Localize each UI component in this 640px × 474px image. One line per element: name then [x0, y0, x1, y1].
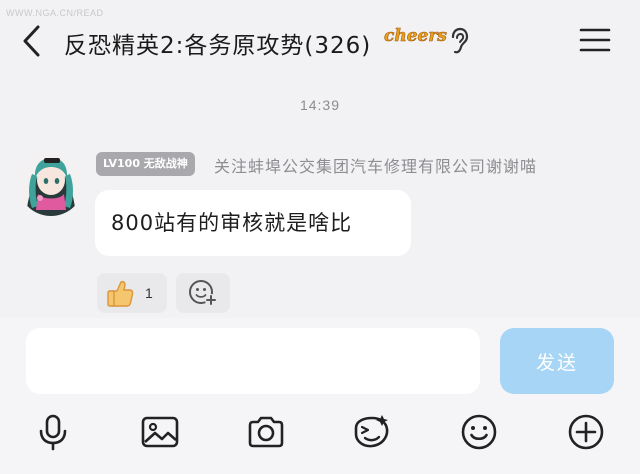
message-bubble[interactable]: 800站有的审核就是啥比	[95, 190, 411, 256]
cheers-sticker: cheers	[384, 26, 447, 47]
emoji-icon[interactable]	[459, 412, 499, 452]
send-button[interactable]: 发送	[500, 328, 614, 394]
avatar[interactable]	[18, 150, 84, 216]
thumbs-up-icon	[106, 278, 134, 308]
menu-icon[interactable]	[578, 26, 612, 54]
add-emoji-icon	[189, 280, 217, 306]
ear-icon[interactable]	[448, 27, 470, 55]
reaction-thumbs-up[interactable]: 1	[97, 273, 167, 313]
microphone-icon[interactable]	[33, 412, 73, 452]
sticker-icon[interactable]	[352, 412, 392, 452]
image-icon[interactable]	[140, 412, 180, 452]
camera-icon[interactable]	[246, 412, 286, 452]
level-badge: LV100 无敌战神	[96, 152, 195, 176]
plus-icon[interactable]	[566, 412, 606, 452]
back-arrow-icon[interactable]	[18, 24, 48, 58]
reaction-count: 1	[145, 285, 153, 301]
message-timestamp: 14:39	[299, 97, 341, 113]
sender-name[interactable]: 关注蚌埠公交集团汽车修理有限公司谢谢喵	[214, 153, 537, 177]
chat-header: 反恐精英2:各务原攻势(326) cheers	[0, 0, 640, 80]
page-title[interactable]: 反恐精英2:各务原攻势(326)	[64, 26, 371, 60]
message-input[interactable]	[26, 328, 480, 394]
add-reaction-button[interactable]	[176, 273, 230, 313]
